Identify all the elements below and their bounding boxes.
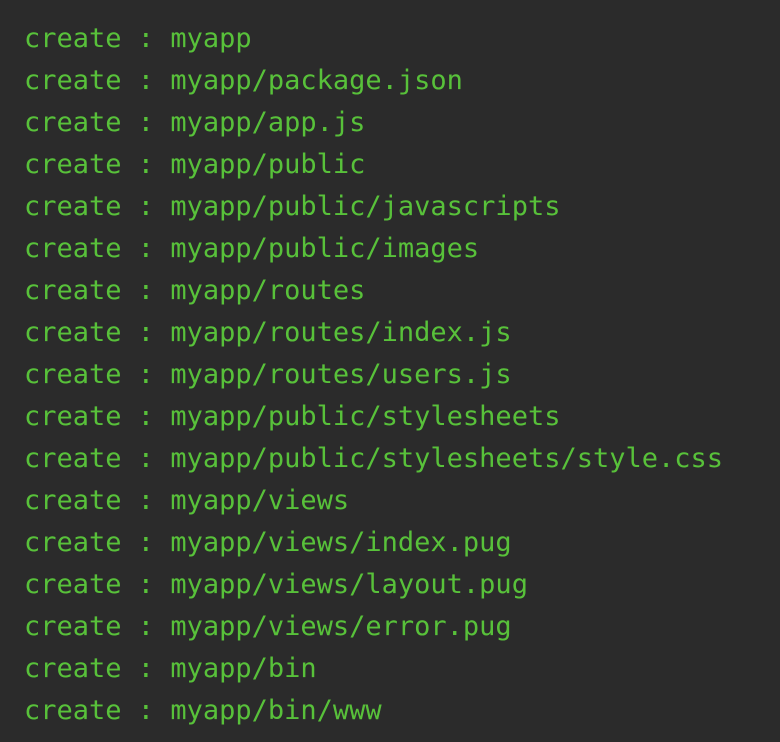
path-text: myapp/app.js [170,107,366,138]
path-text: myapp/public/stylesheets/style.css [170,443,724,474]
output-line: create : myapp/public/stylesheets/style.… [24,438,780,480]
path-text: myapp/views/layout.pug [170,569,528,600]
path-text: myapp/public/stylesheets [170,401,561,432]
path-text: myapp/views/error.pug [170,611,512,642]
command-text: create [24,695,122,726]
command-text: create [24,401,122,432]
command-text: create [24,65,122,96]
separator: : [121,443,171,474]
path-text: myapp/public [170,149,366,180]
path-text: myapp/bin/www [170,695,382,726]
output-line: create : myapp/public/stylesheets [24,396,780,438]
command-text: create [24,485,122,516]
path-text: myapp/public/images [170,233,480,264]
separator: : [121,275,171,306]
output-line: create : myapp/routes/index.js [24,312,780,354]
path-text: myapp/views [170,485,350,516]
command-text: create [24,527,122,558]
path-text: myapp [170,23,252,54]
output-line: create : myapp/bin/www [24,690,780,732]
command-text: create [24,317,122,348]
output-line: create : myapp/public/images [24,228,780,270]
output-line: create : myapp/views/index.pug [24,522,780,564]
separator: : [121,317,171,348]
separator: : [121,149,171,180]
separator: : [121,191,171,222]
command-text: create [24,653,122,684]
output-line: create : myapp/views/error.pug [24,606,780,648]
separator: : [121,485,171,516]
output-line: create : myapp/routes [24,270,780,312]
output-line: create : myapp/routes/users.js [24,354,780,396]
path-text: myapp/bin [170,653,317,684]
path-text: myapp/routes/users.js [170,359,512,390]
command-text: create [24,275,122,306]
command-text: create [24,359,122,390]
command-text: create [24,611,122,642]
output-line: create : myapp/bin [24,648,780,690]
separator: : [121,401,171,432]
separator: : [121,359,171,390]
command-text: create [24,569,122,600]
output-line: create : myapp [24,18,780,60]
command-text: create [24,191,122,222]
path-text: myapp/routes/index.js [170,317,512,348]
output-line: create : myapp/package.json [24,60,780,102]
command-text: create [24,443,122,474]
separator: : [121,611,171,642]
command-text: create [24,149,122,180]
path-text: myapp/routes [170,275,366,306]
output-line: create : myapp/public/javascripts [24,186,780,228]
separator: : [121,23,171,54]
output-line: create : myapp/public [24,144,780,186]
path-text: myapp/package.json [170,65,463,96]
separator: : [121,65,171,96]
command-text: create [24,233,122,264]
separator: : [121,107,171,138]
separator: : [121,695,171,726]
path-text: myapp/views/index.pug [170,527,512,558]
path-text: myapp/public/javascripts [170,191,561,222]
separator: : [121,233,171,264]
output-line: create : myapp/views/layout.pug [24,564,780,606]
separator: : [121,527,171,558]
separator: : [121,653,171,684]
output-line: create : myapp/app.js [24,102,780,144]
separator: : [121,569,171,600]
output-line: create : myapp/views [24,480,780,522]
command-text: create [24,107,122,138]
terminal-output: create : myapp create : myapp/package.js… [0,0,780,742]
command-text: create [24,23,122,54]
